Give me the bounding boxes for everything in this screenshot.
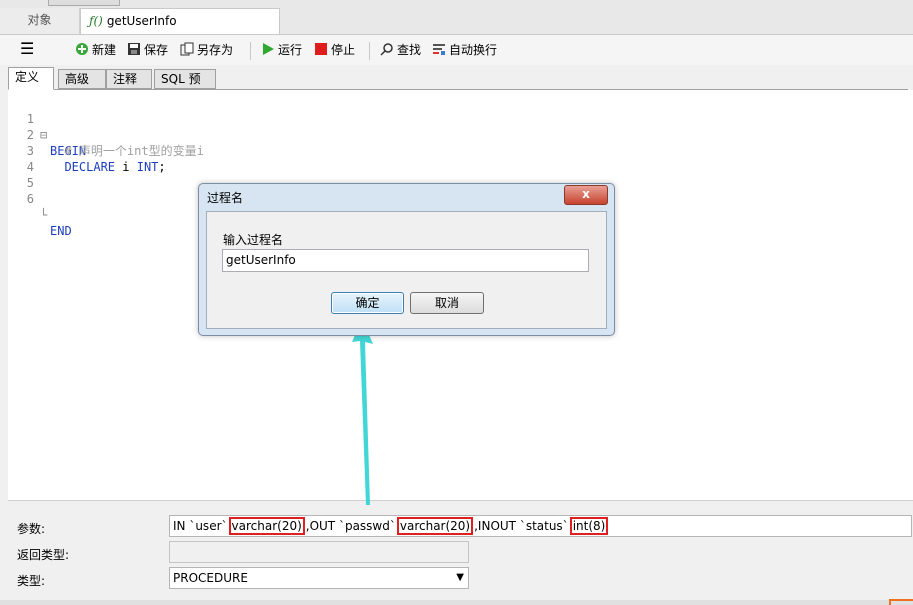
arrow-shape <box>352 318 373 505</box>
procedure-name-dialog: 过程名 x 输入过程名 getUserInfo 确定 取消 <box>198 183 615 336</box>
close-icon: x <box>582 187 590 201</box>
procedure-name-input[interactable]: getUserInfo <box>222 249 589 272</box>
dialog-title: 过程名 <box>207 191 244 205</box>
close-button[interactable]: x <box>564 185 608 205</box>
procedure-name-label: 输入过程名 <box>223 233 284 247</box>
cancel-button[interactable]: 取消 <box>410 292 484 314</box>
dialog-body: 输入过程名 getUserInfo 确定 取消 <box>206 211 607 329</box>
ok-button[interactable]: 确定 <box>331 292 404 314</box>
